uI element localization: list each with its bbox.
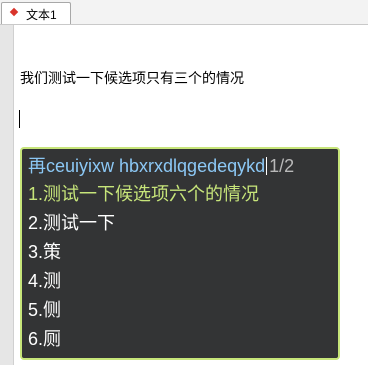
tab-document[interactable]: 文本1 — [1, 2, 71, 24]
candidate-number: 5. — [28, 300, 44, 320]
candidate-number: 2. — [28, 213, 44, 233]
diamond-icon — [9, 7, 19, 17]
candidate-number: 1. — [28, 184, 44, 204]
page-indicator: 1/2 — [269, 156, 295, 176]
composition-text: 再ceuiyixw hbxrxdlqgedeqykd — [28, 156, 266, 176]
candidate-text: 侧 — [43, 300, 62, 320]
candidate-item-6[interactable]: 6.厕 — [28, 325, 61, 353]
editor-gutter — [0, 25, 14, 365]
ime-candidate-window: 再ceuiyixw hbxrxdlqgedeqykd 1/2 1.测试一下候选项六… — [20, 147, 340, 360]
candidate-text: 测试一下候选项六个的情况 — [43, 184, 260, 204]
text-caret — [19, 110, 20, 128]
candidate-text: 厕 — [43, 329, 62, 349]
composition-caret — [266, 157, 268, 175]
candidate-item-2[interactable]: 2.测试一下 — [28, 209, 115, 237]
candidate-item-3[interactable]: 3.策 — [28, 238, 61, 266]
ime-composition-line: 再ceuiyixw hbxrxdlqgedeqykd 1/2 — [28, 154, 294, 178]
candidate-item-1[interactable]: 1.测试一下候选项六个的情况 — [28, 180, 259, 208]
editor-text-line[interactable]: 我们测试一下候选项只有三个的情况 — [20, 68, 244, 88]
candidate-text: 测试一下 — [43, 213, 116, 233]
candidate-item-5[interactable]: 5.侧 — [28, 296, 61, 324]
candidate-number: 3. — [28, 242, 44, 262]
candidate-text: 测 — [43, 271, 62, 291]
tab-bar: 文本1 — [0, 0, 368, 25]
candidate-number: 4. — [28, 271, 44, 291]
tab-label: 文本1 — [26, 8, 57, 22]
candidate-item-4[interactable]: 4.测 — [28, 267, 61, 295]
candidate-text: 策 — [43, 242, 62, 262]
candidate-number: 6. — [28, 329, 44, 349]
